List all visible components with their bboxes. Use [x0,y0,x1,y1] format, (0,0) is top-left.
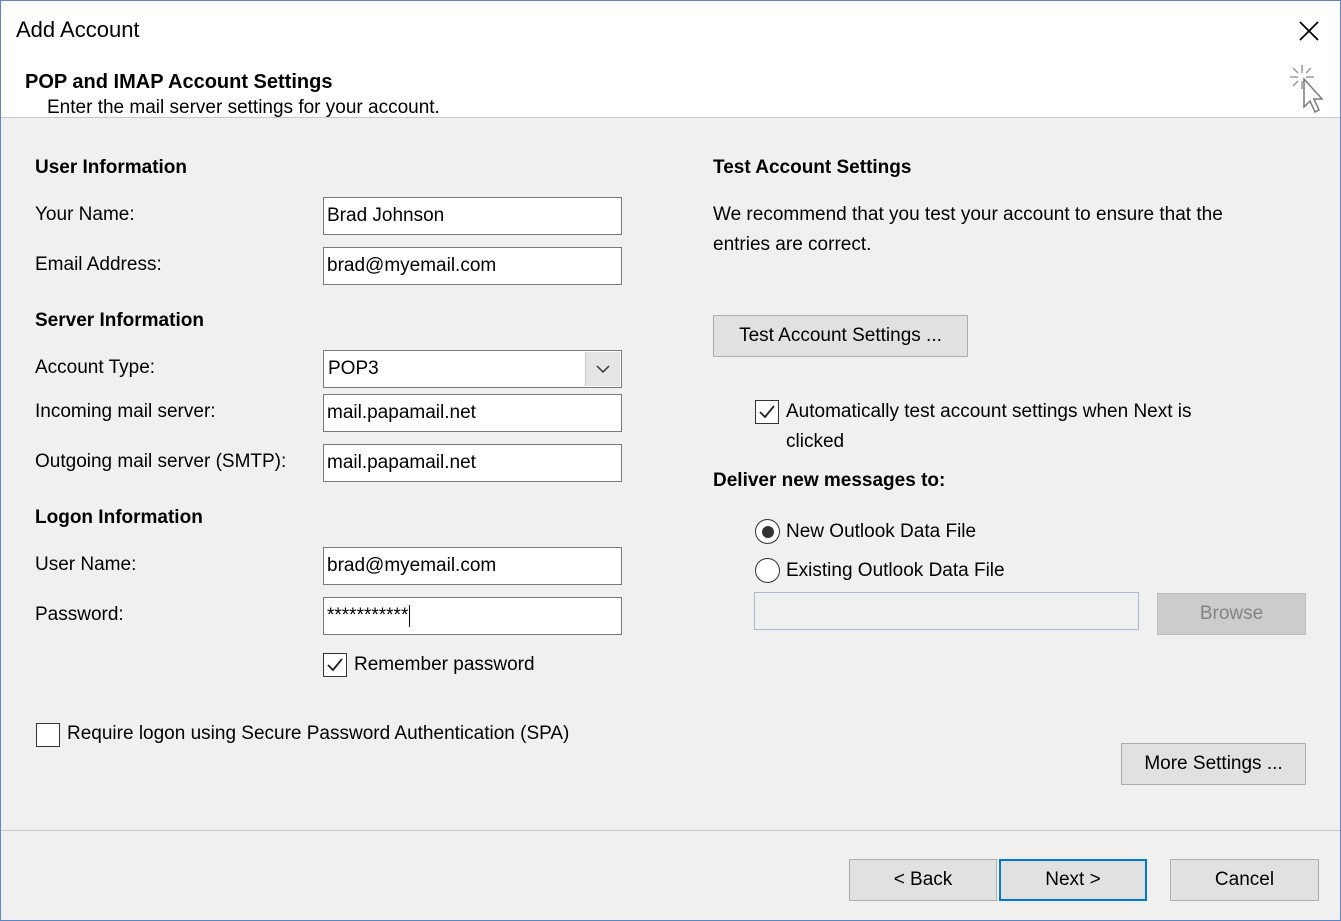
footer-divider [1,830,1340,831]
spa-label[interactable]: Require logon using Secure Password Auth… [67,723,569,745]
auto-test-checkbox[interactable] [755,400,779,424]
window-title: Add Account [16,17,140,42]
test-description-line1: We recommend that you test your account … [713,204,1223,225]
remember-password-label[interactable]: Remember password [354,654,535,676]
account-type-label: Account Type: [35,357,156,378]
next-button[interactable]: Next > [999,859,1147,901]
user-info-heading: User Information [35,157,188,178]
outgoing-server-field[interactable]: mail.papamail.net [323,444,622,482]
page-header: POP and IMAP Account Settings Enter the … [1,61,1340,118]
user-name-label: User Name: [35,554,137,575]
email-address-field[interactable]: brad@myemail.com [323,247,622,285]
remember-password-checkbox[interactable] [323,653,347,677]
page-subtitle: Enter the mail server settings for your … [47,97,440,118]
title-bar: Add Account [1,1,1340,61]
radio-selected-dot [761,525,774,538]
account-type-select[interactable]: POP3 [323,350,622,388]
existing-data-file-label[interactable]: Existing Outlook Data File [786,560,1005,582]
your-name-label: Your Name: [35,204,135,225]
add-account-window: Add Account POP and IMAP Account Setting… [0,0,1341,921]
auto-test-label-line2[interactable]: clicked [786,431,844,453]
page-title: POP and IMAP Account Settings [25,71,333,93]
auto-test-label-line1[interactable]: Automatically test account settings when… [786,401,1192,423]
new-data-file-label[interactable]: New Outlook Data File [786,521,976,543]
new-data-file-radio[interactable] [755,519,780,544]
spa-checkbox[interactable] [36,723,60,747]
back-button[interactable]: < Back [849,859,997,901]
test-description-line2: entries are correct. [713,234,872,255]
password-value: *********** [327,605,409,626]
close-button[interactable] [1278,1,1340,61]
dropdown-button[interactable] [585,352,620,386]
incoming-server-label: Incoming mail server: [35,401,216,422]
checkmark-icon [759,405,775,419]
cancel-button[interactable]: Cancel [1170,859,1319,901]
incoming-server-field[interactable]: mail.papamail.net [323,394,622,432]
password-field[interactable]: *********** [323,597,622,635]
test-settings-heading: Test Account Settings [713,157,912,178]
email-address-label: Email Address: [35,254,162,275]
test-account-settings-button[interactable]: Test Account Settings ... [713,315,968,357]
browse-button: Browse [1157,593,1306,635]
text-cursor [409,604,411,627]
existing-data-file-radio[interactable] [755,558,780,583]
cursor-click-icon [1288,63,1328,120]
existing-file-path-field [754,592,1139,630]
more-settings-button[interactable]: More Settings ... [1121,743,1306,785]
server-info-heading: Server Information [35,310,204,331]
your-name-field[interactable]: Brad Johnson [323,197,622,235]
user-name-field[interactable]: brad@myemail.com [323,547,622,585]
close-icon [1299,21,1319,41]
account-type-value: POP3 [328,358,379,379]
deliver-heading: Deliver new messages to: [713,470,946,491]
checkmark-icon [327,658,343,672]
outgoing-server-label: Outgoing mail server (SMTP): [35,451,287,472]
chevron-down-icon [596,364,610,373]
password-label: Password: [35,604,124,625]
logon-info-heading: Logon Information [35,507,203,528]
